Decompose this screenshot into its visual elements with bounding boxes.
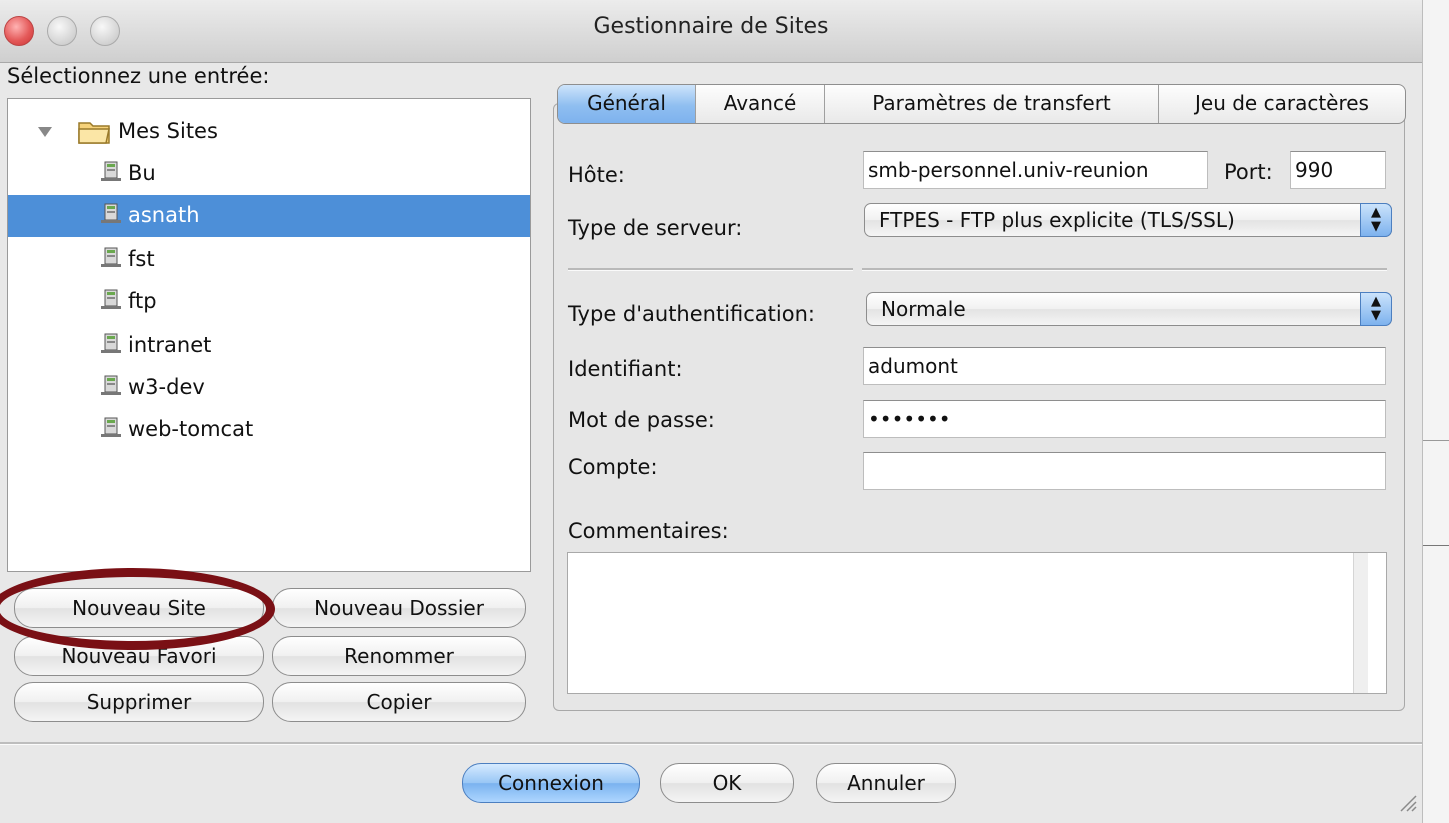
cancel-button[interactable]: Annuler <box>816 763 956 803</box>
connect-button[interactable]: Connexion <box>462 763 640 803</box>
tree-item-site[interactable]: intranet <box>8 325 530 367</box>
server-type-label: Type de serveur: <box>568 216 743 240</box>
background-window-edge <box>1422 0 1449 823</box>
copy-button[interactable]: Copier <box>272 682 526 722</box>
auth-type-label: Type d'authentification: <box>568 302 815 326</box>
port-input[interactable]: 990 <box>1290 151 1386 189</box>
account-label: Compte: <box>568 455 658 479</box>
new-folder-button[interactable]: Nouveau Dossier <box>272 588 526 628</box>
password-label: Mot de passe: <box>568 408 715 432</box>
select-arrows-icon: ▲ ▼ <box>1360 292 1392 326</box>
host-label: Hôte: <box>568 163 625 187</box>
tree-item-label: ftp <box>128 289 157 313</box>
resize-grip-icon[interactable] <box>1395 790 1417 812</box>
auth-type-value: Normale <box>881 297 966 321</box>
port-label: Port: <box>1224 160 1273 184</box>
select-entry-label: Sélectionnez une entrée: <box>7 64 270 88</box>
server-icon <box>101 375 121 395</box>
tree-item-label: asnath <box>128 203 200 227</box>
highlight-ellipse-annotation <box>0 568 275 650</box>
tree-folder-mes-sites[interactable]: Mes Sites <box>8 111 530 153</box>
tree-item-site[interactable]: web-tomcat <box>8 409 530 451</box>
tree-item-label: intranet <box>128 333 212 357</box>
tab-advanced[interactable]: Avancé <box>696 85 825 123</box>
tree-item-label: w3-dev <box>128 375 205 399</box>
select-arrows-icon: ▲ ▼ <box>1360 203 1392 237</box>
tree-folder-label: Mes Sites <box>118 119 218 143</box>
window-title: Gestionnaire de Sites <box>593 14 829 39</box>
tree-item-label: fst <box>128 247 155 271</box>
divider-left <box>568 268 853 271</box>
server-icon <box>101 289 121 309</box>
comments-scrollbar[interactable] <box>1353 553 1368 693</box>
auth-type-select[interactable]: Normale ▲ ▼ <box>866 292 1392 326</box>
folder-icon <box>78 122 110 144</box>
tab-bar: Général Avancé Paramètres de transfert J… <box>557 84 1406 124</box>
server-icon <box>101 203 121 223</box>
delete-button[interactable]: Supprimer <box>14 682 264 722</box>
tree-item-site[interactable]: Bu <box>8 153 530 195</box>
site-tree[interactable]: Mes Sites Bu asnath fst ftp intranet w3-dev we… <box>7 98 531 572</box>
username-input[interactable]: adumont <box>863 347 1386 385</box>
tree-item-site[interactable]: ftp <box>8 281 530 323</box>
divider-right <box>862 268 1387 271</box>
footer-divider <box>0 742 1422 745</box>
tab-general[interactable]: Général <box>558 85 696 123</box>
password-input[interactable]: ••••••• <box>863 400 1386 438</box>
rename-button[interactable]: Renommer <box>272 636 526 676</box>
tree-item-site[interactable]: w3-dev <box>8 367 530 409</box>
disclosure-triangle-icon[interactable] <box>38 127 52 137</box>
server-icon <box>101 333 121 353</box>
server-type-select[interactable]: FTPES - FTP plus explicite (TLS/SSL) ▲ ▼ <box>864 203 1392 237</box>
title-bar: Gestionnaire de Sites <box>0 0 1422 63</box>
comments-label: Commentaires: <box>568 519 729 543</box>
tab-charset[interactable]: Jeu de caractères <box>1159 85 1405 123</box>
comments-textarea[interactable] <box>567 552 1387 694</box>
server-icon <box>101 247 121 267</box>
username-label: Identifiant: <box>568 357 683 381</box>
server-icon <box>101 161 121 181</box>
ok-button[interactable]: OK <box>660 763 794 803</box>
tab-transfer-settings[interactable]: Paramètres de transfert <box>825 85 1159 123</box>
server-type-value: FTPES - FTP plus explicite (TLS/SSL) <box>879 208 1235 232</box>
tree-item-label: web-tomcat <box>128 417 254 441</box>
tree-item-label: Bu <box>128 161 156 185</box>
server-icon <box>101 417 121 437</box>
tree-item-site[interactable]: asnath <box>8 195 530 237</box>
host-input[interactable]: smb-personnel.univ-reunion <box>863 151 1208 189</box>
tree-item-site[interactable]: fst <box>8 239 530 281</box>
account-input[interactable] <box>863 452 1386 490</box>
